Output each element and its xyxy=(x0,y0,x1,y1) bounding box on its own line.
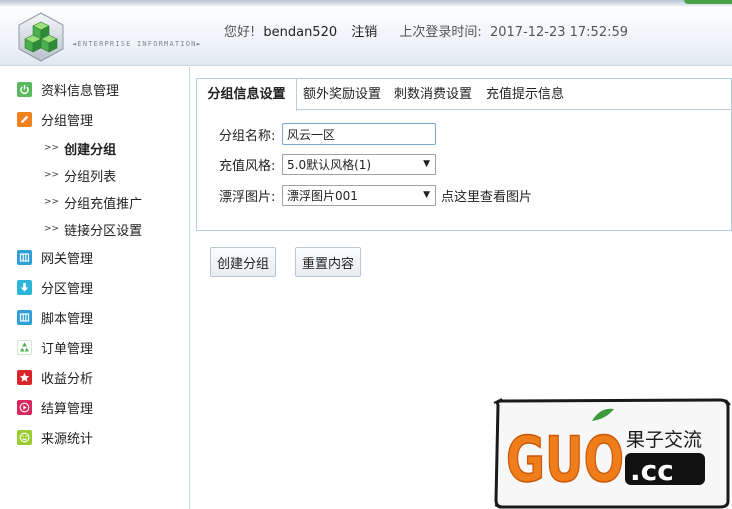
sidebar-item-settlement[interactable]: 结算管理 xyxy=(17,397,93,417)
tab-extra-reward[interactable]: 额外奖励设置 xyxy=(297,79,387,110)
floating-image-select[interactable]: 漂浮图片001 ▼ xyxy=(282,184,436,206)
form-row-group-name: 分组名称: xyxy=(219,123,436,145)
view-image-link[interactable]: 点这里查看图片 xyxy=(441,186,532,205)
recharge-style-select[interactable]: 5.0默认风格(1) ▼ xyxy=(282,153,436,175)
group-settings-panel: 分组信息设置 额外奖励设置 刺数消费设置 充值提示信息 分组名称: 充值风格: … xyxy=(196,78,732,231)
sidebar-item-label: 订单管理 xyxy=(41,341,94,357)
floating-image-value: 漂浮图片001 xyxy=(287,188,358,203)
double-chevron-icon: >> xyxy=(44,143,60,153)
watermark-brand-domain: .cc xyxy=(630,454,674,487)
sidebar-item-label: 收益分析 xyxy=(41,371,94,387)
sidebar-item-gateway[interactable]: 网关管理 xyxy=(17,247,93,267)
last-login-value: 2017-12-23 17:52:59 xyxy=(489,25,629,40)
double-chevron-icon: >> xyxy=(44,197,60,207)
create-group-button[interactable]: 创建分组 xyxy=(210,247,276,277)
sidebar-item-label: 脚本管理 xyxy=(41,311,94,327)
tab-bar: 分组信息设置 额外奖励设置 刺数消费设置 充值提示信息 xyxy=(197,79,732,111)
sidebar-subitem-group-list[interactable]: >> 分组列表 xyxy=(44,166,117,185)
username-text: bendan520 xyxy=(263,25,338,40)
recharge-style-value: 5.0默认风格(1) xyxy=(287,157,372,172)
recycle-icon xyxy=(17,339,32,355)
last-login-label: 上次登录时间: xyxy=(399,25,482,40)
sidebar-item-orders[interactable]: 订单管理 xyxy=(17,337,93,357)
watermark-brand-cn: 果子交流 xyxy=(626,429,702,451)
star-icon xyxy=(17,369,32,385)
group-name-input[interactable] xyxy=(282,123,436,145)
grid-icon xyxy=(17,249,32,265)
greeting-text: 您好! xyxy=(224,25,256,40)
sidebar-item-label: 网关管理 xyxy=(41,251,94,267)
pencil-icon xyxy=(17,111,32,127)
header-top-line xyxy=(0,0,732,6)
tab-group-info[interactable]: 分组信息设置 xyxy=(197,79,297,111)
logout-link[interactable]: 注销 xyxy=(351,25,377,40)
sidebar-item-label: 分组管理 xyxy=(41,113,94,129)
sidebar-subitem-link-partition[interactable]: >> 链接分区设置 xyxy=(44,220,143,239)
sidebar-item-label: 资料信息管理 xyxy=(41,83,120,99)
sidebar-subitem-label: 创建分组 xyxy=(64,142,117,158)
watermark-brand-big: GUO xyxy=(506,423,624,496)
sidebar-subitem-group-promotion[interactable]: >> 分组充值推广 xyxy=(44,193,143,212)
power-icon xyxy=(17,81,32,97)
double-chevron-icon: >> xyxy=(44,170,60,180)
reset-button[interactable]: 重置内容 xyxy=(295,247,361,277)
user-info-bar: 您好! bendan520 注销 上次登录时间: 2017-12-23 17:5… xyxy=(224,21,638,40)
floating-image-label: 漂浮图片: xyxy=(219,189,276,205)
double-chevron-icon: >> xyxy=(44,224,60,234)
recharge-style-label: 充值风格: xyxy=(219,158,276,174)
corner-accent xyxy=(684,0,732,4)
sidebar-item-revenue[interactable]: 收益分析 xyxy=(17,367,93,387)
download-icon xyxy=(17,279,32,295)
sidebar-item-label: 分区管理 xyxy=(41,281,94,297)
sidebar-subitem-label: 分组列表 xyxy=(64,169,117,185)
play-icon xyxy=(17,399,32,415)
sidebar-subitem-label: 分组充值推广 xyxy=(64,196,143,212)
group-name-label: 分组名称: xyxy=(219,128,276,144)
cubes-logo-icon xyxy=(18,12,64,62)
top-header: ◄ENTERPRISE INFORMATION► 您好! bendan520 注… xyxy=(0,0,732,66)
sidebar-item-script[interactable]: 脚本管理 xyxy=(17,307,93,327)
smiley-icon xyxy=(17,429,32,445)
sidebar-item-label: 来源统计 xyxy=(41,431,94,447)
form-row-floating-image: 漂浮图片: 漂浮图片001 ▼ 点这里查看图片 xyxy=(219,184,532,206)
sidebar-subitem-create-group[interactable]: >> 创建分组 xyxy=(44,139,117,158)
sidebar: 资料信息管理 分组管理 >> 创建分组 >> 分组列表 >> 分组充值推广 >>… xyxy=(0,67,190,509)
sidebar-item-partition[interactable]: 分区管理 xyxy=(17,277,93,297)
tab-recharge-tips[interactable]: 充值提示信息 xyxy=(479,79,571,110)
sidebar-item-profile[interactable]: 资料信息管理 xyxy=(17,79,119,99)
sidebar-item-source-stats[interactable]: 来源统计 xyxy=(17,427,93,447)
guo-cc-watermark-logo: GUO 果子交流 .cc xyxy=(493,398,731,509)
logo-caption: ◄ENTERPRISE INFORMATION► xyxy=(72,40,202,48)
caret-down-icon: ▼ xyxy=(423,159,430,169)
form-row-recharge-style: 充值风格: 5.0默认风格(1) ▼ xyxy=(219,153,436,175)
sidebar-subitem-label: 链接分区设置 xyxy=(64,223,143,239)
tab-consumption[interactable]: 刺数消费设置 xyxy=(387,79,479,110)
grid-icon xyxy=(17,309,32,325)
sidebar-item-label: 结算管理 xyxy=(41,401,94,417)
caret-down-icon: ▼ xyxy=(423,190,430,200)
sidebar-item-group-management[interactable]: 分组管理 xyxy=(17,109,93,129)
